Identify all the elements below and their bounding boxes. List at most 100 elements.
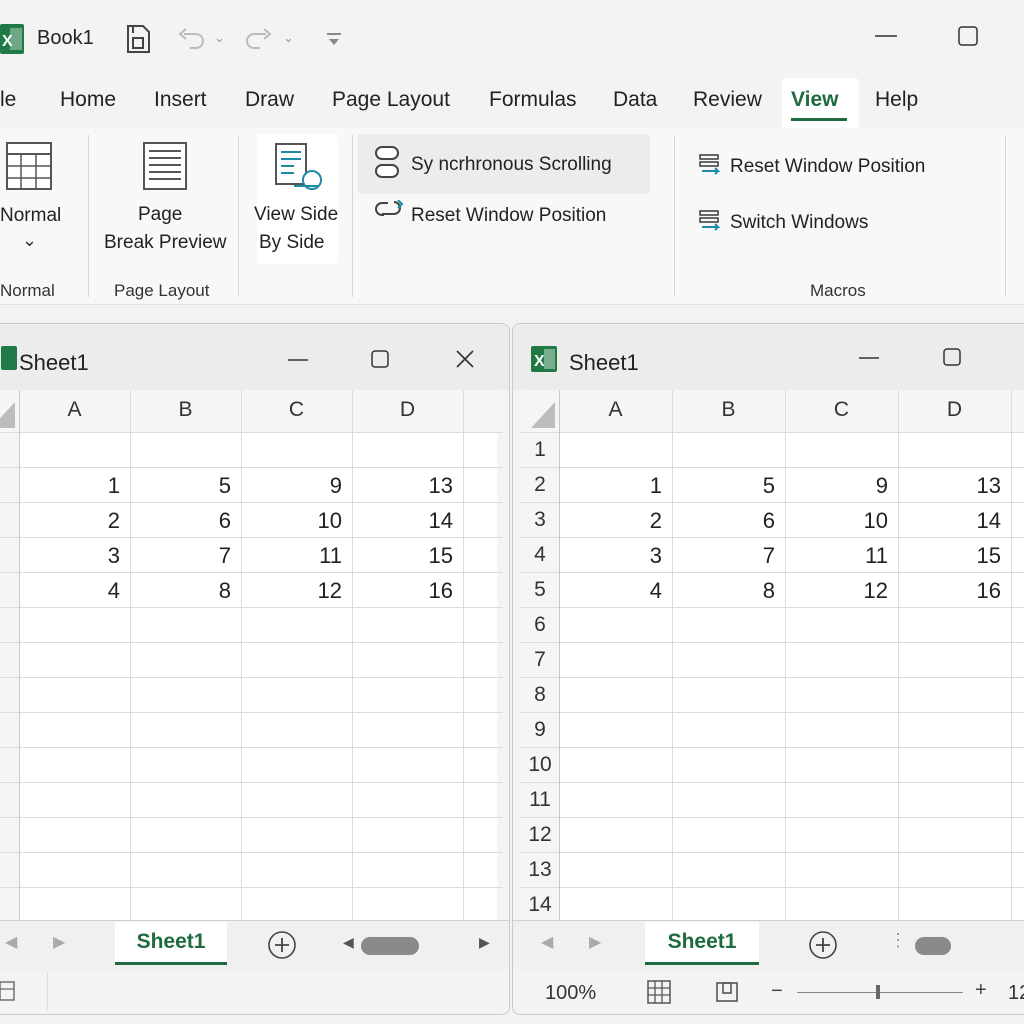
select-all-corner[interactable] xyxy=(521,390,559,432)
cell-b4[interactable]: 7 xyxy=(130,543,241,569)
cell-b2[interactable]: 5 xyxy=(130,473,241,499)
cell-a4[interactable]: 3 xyxy=(559,543,672,569)
cell-c5[interactable]: 12 xyxy=(785,578,898,604)
cell-c3[interactable]: 10 xyxy=(241,508,352,534)
page-break-preview-line2[interactable]: Break Preview xyxy=(104,232,227,254)
close-icon[interactable] xyxy=(456,350,474,368)
zoom-slider-thumb[interactable] xyxy=(876,985,880,999)
reset-window-position-left[interactable]: Reset Window Position xyxy=(411,205,606,227)
tab-file[interactable]: le xyxy=(0,88,16,112)
normal-status-icon[interactable] xyxy=(0,981,15,1001)
row-header[interactable]: 10 xyxy=(521,753,559,777)
cell-c4[interactable]: 11 xyxy=(785,543,898,569)
cell-d2[interactable]: 13 xyxy=(898,473,1011,499)
right-grid[interactable]: A B C D 1 2 1 5 9 13 3 2 6 10 14 4 3 7 11 15 5 4 8 12 16 6 7 8 9 10 11… xyxy=(521,390,1024,922)
redo-dropdown-icon[interactable]: ⌄ xyxy=(283,30,294,46)
column-header-b[interactable]: B xyxy=(130,398,241,422)
row-header[interactable]: 13 xyxy=(521,858,559,882)
tab-view[interactable]: View xyxy=(791,88,838,112)
row-header[interactable]: 5 xyxy=(521,578,559,602)
tab-data[interactable]: Data xyxy=(613,88,657,112)
horizontal-scrollbar-thumb[interactable] xyxy=(361,937,419,955)
tab-formulas[interactable]: Formulas xyxy=(489,88,577,112)
cell-b4[interactable]: 7 xyxy=(672,543,785,569)
undo-dropdown-icon[interactable]: ⌄ xyxy=(214,30,225,46)
tab-split-handle-icon[interactable]: ⋮ xyxy=(889,930,907,951)
cell-a5[interactable]: 4 xyxy=(19,578,130,604)
right-sheet-tab[interactable]: Sheet1 xyxy=(645,922,759,965)
tab-page-layout[interactable]: Page Layout xyxy=(332,88,450,112)
cell-c2[interactable]: 9 xyxy=(785,473,898,499)
cell-d5[interactable]: 16 xyxy=(898,578,1011,604)
row-header[interactable]: 8 xyxy=(521,683,559,707)
zoom-slider-track[interactable] xyxy=(797,992,963,993)
column-header-d[interactable]: D xyxy=(898,398,1011,422)
page-layout-status-icon[interactable] xyxy=(716,982,738,1002)
left-sheet-tab[interactable]: Sheet1 xyxy=(115,922,227,965)
row-header[interactable]: 11 xyxy=(521,788,559,812)
row-header[interactable]: 4 xyxy=(521,543,559,567)
prev-sheet-icon[interactable]: ◀ xyxy=(541,932,553,952)
tab-help[interactable]: Help xyxy=(875,88,918,112)
cell-a3[interactable]: 2 xyxy=(19,508,130,534)
cell-a2[interactable]: 1 xyxy=(19,473,130,499)
left-grid[interactable]: ABCD1591326101437111548121601234 xyxy=(0,390,503,922)
cell-b5[interactable]: 8 xyxy=(672,578,785,604)
cell-c2[interactable]: 9 xyxy=(241,473,352,499)
cell-c3[interactable]: 10 xyxy=(785,508,898,534)
zoom-out-button[interactable]: − xyxy=(771,980,783,1003)
row-header[interactable]: 12 xyxy=(521,823,559,847)
maximize-icon[interactable] xyxy=(958,26,978,46)
column-header-a[interactable]: A xyxy=(19,398,130,422)
row-header[interactable]: 3 xyxy=(521,508,559,532)
row-header[interactable]: 14 xyxy=(521,893,559,917)
cell-a3[interactable]: 2 xyxy=(559,508,672,534)
row-header[interactable]: 2 xyxy=(521,473,559,497)
row-header[interactable]: 1 xyxy=(521,438,559,462)
column-header-b[interactable]: B xyxy=(672,398,785,422)
reset-window-position-right[interactable]: Reset Window Position xyxy=(730,156,925,178)
horizontal-scrollbar-thumb[interactable] xyxy=(915,937,951,955)
next-sheet-icon[interactable]: ▶ xyxy=(53,932,65,952)
add-sheet-icon[interactable] xyxy=(267,930,297,960)
normal-dropdown-icon[interactable]: ⌄ xyxy=(22,230,37,251)
cell-a4[interactable]: 3 xyxy=(19,543,130,569)
cell-d4[interactable]: 15 xyxy=(352,543,463,569)
column-header-c[interactable]: C xyxy=(785,398,898,422)
minimize-icon[interactable] xyxy=(875,34,897,38)
switch-windows-button[interactable]: Switch Windows xyxy=(730,212,868,234)
cell-b3[interactable]: 6 xyxy=(130,508,241,534)
maximize-icon[interactable] xyxy=(943,348,961,366)
page-break-preview-line1[interactable]: Page xyxy=(138,204,182,226)
cell-a5[interactable]: 4 xyxy=(559,578,672,604)
row-header[interactable]: 9 xyxy=(521,718,559,742)
maximize-icon[interactable] xyxy=(371,350,389,368)
save-icon[interactable] xyxy=(125,24,153,54)
cell-d3[interactable]: 14 xyxy=(898,508,1011,534)
zoom-in-button[interactable]: + xyxy=(975,979,987,1002)
cell-b5[interactable]: 8 xyxy=(130,578,241,604)
scroll-right-icon[interactable]: ▶ xyxy=(479,934,490,951)
normal-view-button[interactable]: Normal xyxy=(0,205,61,227)
add-sheet-icon[interactable] xyxy=(808,930,838,960)
redo-icon[interactable] xyxy=(244,26,274,54)
column-header-d[interactable]: D xyxy=(352,398,463,422)
cell-d5[interactable]: 16 xyxy=(352,578,463,604)
next-sheet-icon[interactable]: ▶ xyxy=(589,932,601,952)
row-header[interactable]: 6 xyxy=(521,613,559,637)
tab-insert[interactable]: Insert xyxy=(154,88,207,112)
undo-icon[interactable] xyxy=(176,26,206,54)
tab-review[interactable]: Review xyxy=(693,88,762,112)
cell-d4[interactable]: 15 xyxy=(898,543,1011,569)
minimize-icon[interactable] xyxy=(288,358,308,362)
column-header-c[interactable]: C xyxy=(241,398,352,422)
cell-d3[interactable]: 14 xyxy=(352,508,463,534)
minimize-icon[interactable] xyxy=(859,356,879,360)
cell-c4[interactable]: 11 xyxy=(241,543,352,569)
cell-b2[interactable]: 5 xyxy=(672,473,785,499)
normal-status-icon[interactable] xyxy=(647,980,671,1004)
scroll-left-icon[interactable]: ◀ xyxy=(343,934,354,951)
select-all-corner[interactable] xyxy=(0,390,19,432)
cell-a2[interactable]: 1 xyxy=(559,473,672,499)
prev-sheet-icon[interactable]: ◀ xyxy=(5,932,17,952)
